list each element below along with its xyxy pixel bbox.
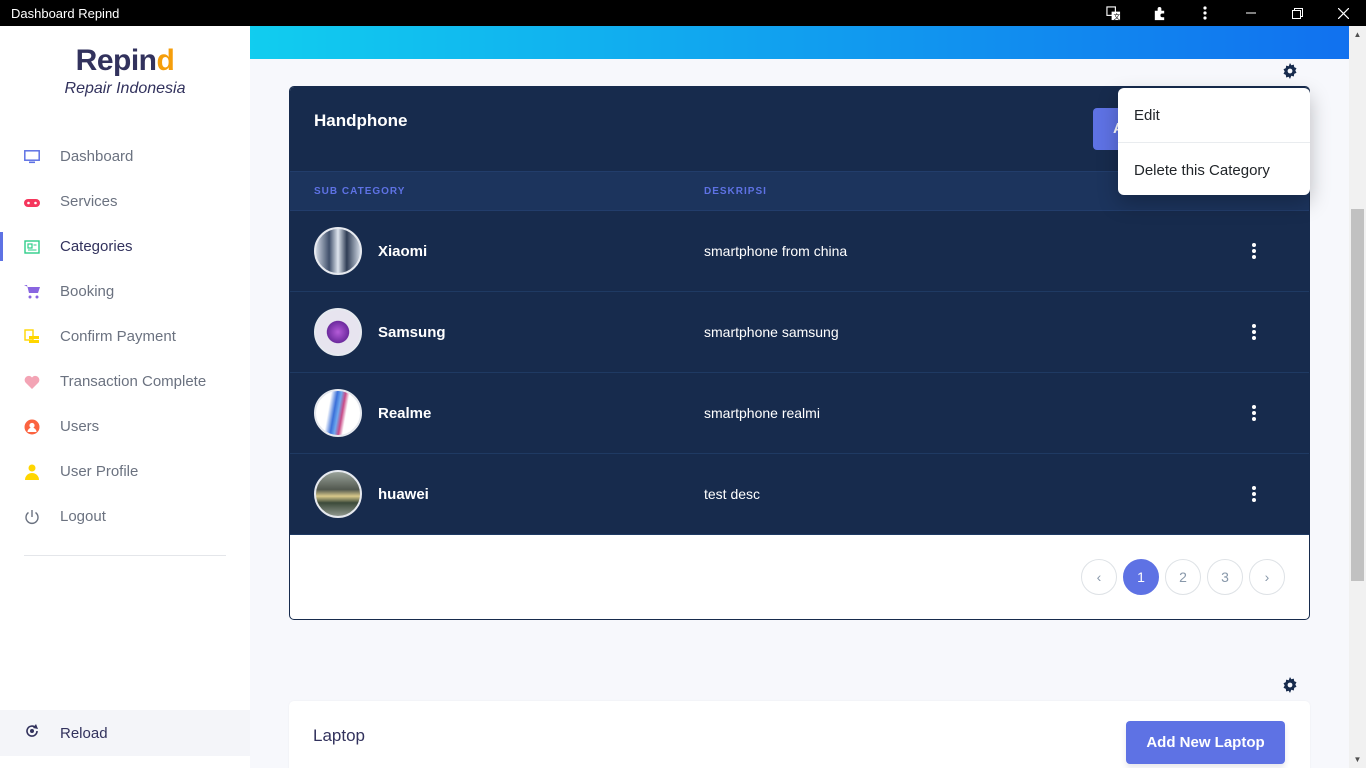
pagination-page-3[interactable]: 3 (1207, 559, 1243, 595)
menu-kebab-icon[interactable] (1182, 0, 1228, 26)
sidebar-item-transaction-complete[interactable]: Transaction Complete (0, 359, 250, 404)
page-scrollbar[interactable]: ▲ ▼ (1349, 26, 1366, 768)
sidebar-item-label: Categories (60, 238, 133, 255)
close-button[interactable] (1320, 0, 1366, 26)
power-icon (24, 509, 40, 525)
sidebar-item-label: Users (60, 418, 100, 435)
monitor-icon (24, 149, 40, 165)
row-actions-icon[interactable] (1244, 484, 1264, 504)
subcategory-name: huawei (378, 485, 429, 503)
sidebar-item-services[interactable]: Services (0, 179, 250, 224)
header-gradient (250, 26, 1349, 59)
sidebar-item-label: User Profile (60, 463, 139, 480)
pagination-page-1[interactable]: 1 (1123, 559, 1159, 595)
table-row: huawei test desc (290, 454, 1309, 535)
row-actions-icon[interactable] (1244, 403, 1264, 423)
product-image (314, 227, 362, 275)
coins-icon (24, 328, 40, 345)
scrollbar-thumb[interactable] (1351, 209, 1364, 581)
brand[interactable]: Repind Repair Indonesia (0, 26, 250, 98)
subcategory-name: Samsung (378, 323, 446, 341)
sidebar-item-dashboard[interactable]: Dashboard (0, 134, 250, 179)
sidebar-item-categories[interactable]: Categories (0, 224, 250, 269)
row-actions-icon[interactable] (1244, 322, 1264, 342)
gear-icon[interactable] (1282, 63, 1298, 79)
col-deskripsi: DESKRIPSI (704, 185, 767, 197)
table-row: Realme smartphone realmi (290, 373, 1309, 454)
sidebar-item-label: Booking (60, 283, 115, 300)
sidebar-item-label: Logout (60, 508, 106, 525)
edit-menu-item[interactable]: Edit (1118, 88, 1310, 142)
product-image (314, 389, 362, 437)
translate-icon[interactable]: 文 (1090, 0, 1136, 26)
window-titlebar: Dashboard Repind 文 (0, 0, 1366, 26)
user-icon (24, 464, 40, 480)
row-actions-icon[interactable] (1244, 241, 1264, 261)
table-row: Samsung smartphone samsung (290, 292, 1309, 373)
subcategory-desc: smartphone from china (704, 243, 848, 259)
table-row: Xiaomi smartphone from china (290, 211, 1309, 292)
delete-category-menu-item[interactable]: Delete this Category (1118, 143, 1310, 197)
main-content: Handphone A SUB CATEGORY DESKRIPSI Xiaom… (250, 26, 1349, 768)
minimize-button[interactable] (1228, 0, 1274, 26)
sidebar-item-label: Transaction Complete (60, 373, 207, 390)
subcategory-desc: test desc (704, 486, 761, 502)
category-title: Laptop (313, 726, 365, 745)
scroll-up-icon[interactable]: ▲ (1349, 26, 1366, 43)
pagination-next[interactable]: › (1249, 559, 1285, 595)
heart-icon (24, 374, 40, 390)
svg-text:文: 文 (1113, 12, 1120, 21)
sidebar-item-booking[interactable]: Booking (0, 269, 250, 314)
brand-logo: Repind (75, 44, 175, 77)
product-image (314, 470, 362, 518)
subcategory-desc: smartphone realmi (704, 405, 820, 421)
category-options-dropdown: Edit Delete this Category (1118, 88, 1310, 195)
sidebar-item-user-profile[interactable]: User Profile (0, 449, 250, 494)
reload-button[interactable]: Reload (0, 710, 250, 756)
sidebar-nav: Dashboard Services Categories Booking Co… (0, 134, 250, 539)
reload-icon (24, 723, 40, 744)
reload-label: Reload (60, 724, 108, 742)
restore-button[interactable] (1274, 0, 1320, 26)
user-circle-icon (24, 419, 40, 435)
gear-icon[interactable] (1282, 677, 1298, 693)
sidebar-item-confirm-payment[interactable]: Confirm Payment (0, 314, 250, 359)
scroll-down-icon[interactable]: ▼ (1349, 751, 1366, 768)
col-sub-category: SUB CATEGORY (314, 185, 406, 197)
category-card-laptop: Laptop Add New Laptop (289, 701, 1310, 768)
extensions-icon[interactable] (1136, 0, 1182, 26)
pagination-prev[interactable]: ‹ (1081, 559, 1117, 595)
sidebar-item-label: Dashboard (60, 148, 134, 165)
subcategory-name: Xiaomi (378, 242, 428, 260)
category-title: Handphone (314, 111, 408, 130)
gamepad-icon (24, 194, 40, 210)
window-title: Dashboard Repind (11, 5, 120, 21)
pagination-page-2[interactable]: 2 (1165, 559, 1201, 595)
subcategory-name: Realme (378, 404, 432, 422)
category-icon (24, 239, 40, 255)
sidebar-item-label: Confirm Payment (60, 328, 176, 345)
brand-subtitle: Repair Indonesia (64, 80, 186, 97)
pagination: ‹ 1 2 3 › (1081, 559, 1285, 595)
sidebar: Repind Repair Indonesia Dashboard Servic… (0, 26, 250, 768)
cart-icon (24, 284, 40, 300)
sidebar-item-users[interactable]: Users (0, 404, 250, 449)
add-new-laptop-button[interactable]: Add New Laptop (1126, 721, 1285, 764)
sidebar-divider (24, 555, 226, 556)
product-image (314, 308, 362, 356)
sidebar-item-logout[interactable]: Logout (0, 494, 250, 539)
sidebar-item-label: Services (60, 193, 118, 210)
subcategory-desc: smartphone samsung (704, 324, 839, 340)
